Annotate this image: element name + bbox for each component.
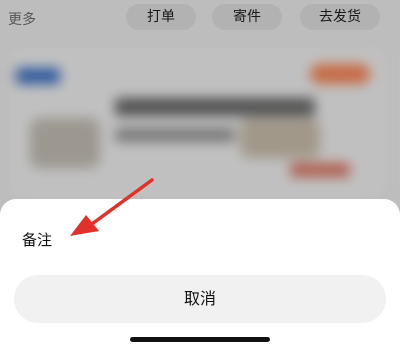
remark-option[interactable]: 备注 <box>22 229 52 250</box>
action-sheet: 备注 取消 <box>0 199 400 349</box>
cancel-button[interactable]: 取消 <box>14 275 386 323</box>
phone-screen: 更多 打单 寄件 去发货 备注 取消 <box>0 0 400 349</box>
home-indicator <box>130 337 270 342</box>
